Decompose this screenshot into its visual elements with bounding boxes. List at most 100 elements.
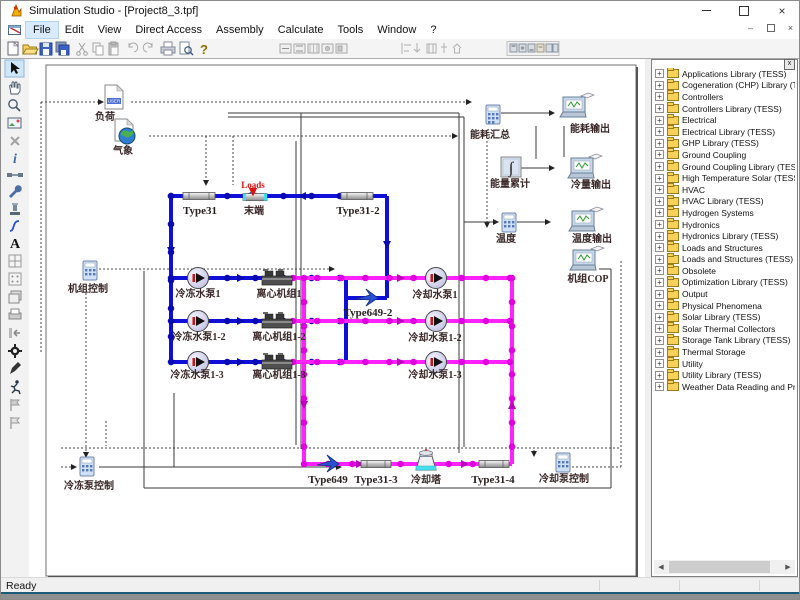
layout-button[interactable] <box>336 44 347 53</box>
layers-tool[interactable] <box>9 291 21 303</box>
library-tree-item[interactable]: + Utility <box>654 358 795 370</box>
library-tree-item[interactable]: + Obsolete <box>654 265 795 277</box>
node-load[interactable]: USER <box>105 85 123 109</box>
menu-item[interactable]: File <box>26 22 58 38</box>
library-tree-item[interactable]: + Weather Data Reading and Process <box>654 381 795 393</box>
library-tree-item[interactable]: + Controllers <box>654 91 795 103</box>
scroll-left-icon[interactable]: ◀ <box>654 560 668 574</box>
node-energy-acc-integrator[interactable]: ∫ <box>501 157 521 178</box>
library-tree-item[interactable]: + Hydronics <box>654 219 795 231</box>
anchor-button[interactable] <box>441 43 447 53</box>
library-tree-item[interactable]: + HVAC Library (TESS) <box>654 196 795 208</box>
redo-button[interactable] <box>143 43 152 52</box>
node-chw-pump-ctrl-calculator[interactable] <box>80 457 94 476</box>
link-tool[interactable] <box>7 173 23 177</box>
zoom-extents-button[interactable] <box>294 44 305 53</box>
node-chw-pump1[interactable] <box>188 268 209 289</box>
library-tree-item[interactable]: + Ground Coupling <box>654 149 795 161</box>
node-temp-calculator[interactable] <box>502 213 516 232</box>
library-tree-item[interactable]: + Utility Library (TESS) <box>654 369 795 381</box>
paste-button[interactable] <box>109 42 118 55</box>
node-chw-pump2[interactable] <box>188 311 209 332</box>
stamp-tool[interactable] <box>10 203 20 215</box>
expand-plus-icon[interactable]: + <box>655 139 664 148</box>
menu-item[interactable]: Window <box>370 22 423 38</box>
expand-plus-icon[interactable]: + <box>655 382 664 391</box>
expand-plus-icon[interactable]: + <box>655 116 664 125</box>
copy-button[interactable] <box>93 43 103 55</box>
flag-b-tool[interactable] <box>11 417 19 429</box>
library-tree-item[interactable]: + Electrical Library (TESS) <box>654 126 795 138</box>
expand-plus-icon[interactable]: + <box>655 197 664 206</box>
expand-plus-icon[interactable]: + <box>655 92 664 101</box>
library-tree-item[interactable]: + Optimization Library (TESS) <box>654 277 795 289</box>
node-type31-pipe[interactable] <box>183 193 215 200</box>
library-tree-item[interactable]: + Electrical <box>654 114 795 126</box>
panel-hscrollbar[interactable]: ◀ ▶ <box>654 560 795 574</box>
lock-button[interactable] <box>537 44 544 52</box>
minimize-button[interactable] <box>687 1 725 20</box>
delete-tool[interactable] <box>11 137 19 145</box>
expand-plus-icon[interactable]: + <box>655 174 664 183</box>
pen-tool[interactable] <box>10 362 21 374</box>
maximize-button[interactable] <box>725 1 763 20</box>
distribute-button[interactable] <box>427 44 436 53</box>
spline-tool[interactable] <box>10 221 19 231</box>
menu-item[interactable]: Direct Access <box>128 22 209 38</box>
scrollbar-thumb[interactable] <box>669 561 770 573</box>
debug-button[interactable] <box>553 44 558 52</box>
undo-button[interactable] <box>129 43 138 52</box>
grid-toggle-button[interactable] <box>308 44 319 53</box>
flag-a-tool[interactable] <box>11 399 19 411</box>
assembly-canvas[interactable]: USER <box>29 59 645 577</box>
trace-button[interactable] <box>546 44 552 52</box>
library-tree-item[interactable]: + Solar Library (TESS) <box>654 311 795 323</box>
expand-plus-icon[interactable]: + <box>655 127 664 136</box>
library-tree-item[interactable]: + Loads and Structures <box>654 242 795 254</box>
fit-window-button[interactable] <box>280 44 291 53</box>
expand-plus-icon[interactable]: + <box>655 220 664 229</box>
close-button[interactable]: × <box>763 1 800 20</box>
wrench-tool[interactable] <box>9 185 22 198</box>
show-types-button[interactable] <box>510 44 517 52</box>
node-unit-ctrl-calculator[interactable] <box>83 261 97 280</box>
library-tree-item[interactable]: + Output <box>654 288 795 300</box>
settings-tool[interactable] <box>8 344 22 358</box>
mdi-minimize-button[interactable]: – <box>744 22 757 33</box>
menu-item[interactable]: ? <box>423 22 443 38</box>
library-tree-item[interactable]: + Loads and Structures (TESS) <box>654 254 795 266</box>
library-tree-item[interactable]: + Applications Library (TESS) <box>654 68 795 80</box>
menu-item[interactable]: Calculate <box>271 22 331 38</box>
open-file-button[interactable] <box>23 45 38 54</box>
pan-tool[interactable] <box>10 82 20 94</box>
expand-plus-icon[interactable]: + <box>655 150 664 159</box>
node-cw-pump-ctrl-calculator[interactable] <box>556 453 570 472</box>
expand-plus-icon[interactable]: + <box>655 324 664 333</box>
save-all-button[interactable] <box>56 42 69 55</box>
library-tree-item[interactable]: + Controllers Library (TESS) <box>654 103 795 115</box>
home-button[interactable] <box>453 44 461 53</box>
info-tool[interactable]: i <box>13 152 17 167</box>
print-preview-button[interactable] <box>180 42 193 55</box>
library-tree-item[interactable]: + Thermal Storage <box>654 346 795 358</box>
print-button[interactable] <box>161 42 175 55</box>
menu-item[interactable]: Edit <box>58 22 91 38</box>
mdi-restore-button[interactable] <box>764 22 777 33</box>
text-tool[interactable]: A <box>10 237 21 252</box>
expand-plus-icon[interactable]: + <box>655 185 664 194</box>
expand-plus-icon[interactable]: + <box>655 278 664 287</box>
snap-toggle-button[interactable] <box>322 44 333 53</box>
run-tool[interactable] <box>11 380 20 394</box>
library-tree-item[interactable]: + Cogeneration (CHP) Library (TESS) <box>654 80 795 92</box>
mdi-close-button[interactable]: × <box>784 22 797 33</box>
expand-plus-icon[interactable]: + <box>655 266 664 275</box>
expand-plus-icon[interactable]: + <box>655 313 664 322</box>
node-type31-2-pipe[interactable] <box>341 193 373 200</box>
library-tree-item[interactable]: + GHP Library (TESS) <box>654 138 795 150</box>
help-button[interactable]: ? <box>200 42 208 57</box>
show-labels-button[interactable] <box>528 44 535 52</box>
library-tree-item[interactable]: + Hydrogen Systems <box>654 207 795 219</box>
zoom-tool[interactable] <box>9 100 20 111</box>
import-tool[interactable] <box>9 328 20 338</box>
menu-item[interactable]: View <box>91 22 129 38</box>
